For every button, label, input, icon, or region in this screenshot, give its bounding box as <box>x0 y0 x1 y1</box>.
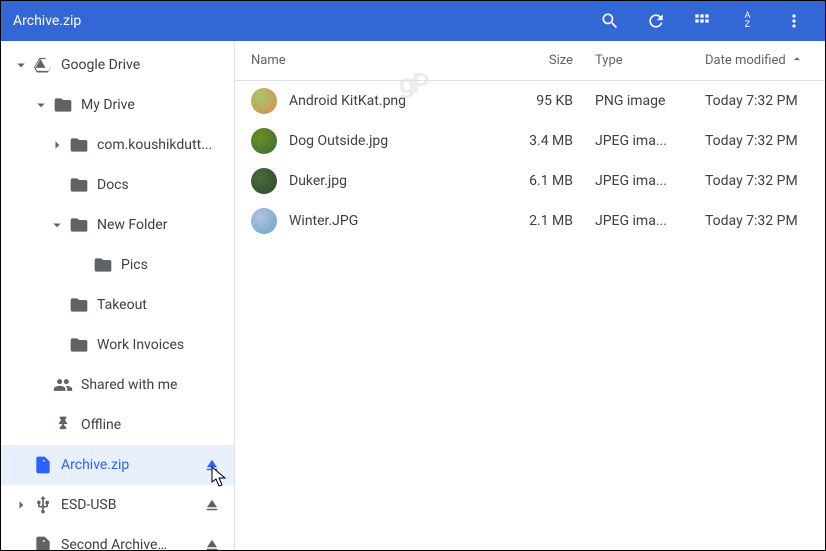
file-name: Winter.JPG <box>289 213 358 229</box>
column-header-date[interactable]: Date modified <box>699 52 825 70</box>
eject-button[interactable] <box>198 456 226 474</box>
sidebar: Google Drive My Drive com.koushikdutt...… <box>1 41 235 550</box>
more-vert-icon <box>784 11 804 31</box>
file-type: JPEG ima... <box>589 133 699 149</box>
sidebar-label: New Folder <box>97 217 226 233</box>
sidebar-label: Second Archive… <box>61 537 198 550</box>
app-header: Archive.zip AZ <box>1 1 825 41</box>
window-title: Archive.zip <box>9 13 81 29</box>
file-type: PNG image <box>589 93 699 109</box>
sidebar-label: Google Drive <box>61 57 226 73</box>
file-date: Today 7:32 PM <box>699 133 825 149</box>
file-date: Today 7:32 PM <box>699 173 825 189</box>
more-options-button[interactable] <box>771 1 817 41</box>
expand-down-icon <box>48 216 66 234</box>
column-header-type[interactable]: Type <box>589 53 699 68</box>
eject-icon <box>203 496 221 514</box>
eject-icon <box>203 456 221 474</box>
expand-right-icon <box>12 496 30 514</box>
column-header-size[interactable]: Size <box>501 53 589 68</box>
file-rows: Android KitKat.png95 KBPNG imageToday 7:… <box>235 81 825 550</box>
file-size: 6.1 MB <box>501 173 589 189</box>
file-size: 2.1 MB <box>501 213 589 229</box>
sidebar-item-esd-usb[interactable]: ESD-USB <box>1 485 234 525</box>
column-header-name[interactable]: Name <box>235 53 501 68</box>
file-name: Android KitKat.png <box>289 93 406 109</box>
sidebar-item-shared-with-me[interactable]: Shared with me <box>1 365 234 405</box>
sort-az-icon: AZ <box>745 12 752 30</box>
file-thumbnail <box>251 88 277 114</box>
sidebar-item-pics[interactable]: Pics <box>1 245 234 285</box>
refresh-button[interactable] <box>633 1 679 41</box>
sidebar-label: com.koushikdutt... <box>97 137 226 153</box>
sidebar-label: Takeout <box>97 297 226 313</box>
sidebar-label: Docs <box>97 177 226 193</box>
sidebar-item-takeout[interactable]: Takeout <box>1 285 234 325</box>
sidebar-item-work-invoices[interactable]: Work Invoices <box>1 325 234 365</box>
zip-icon <box>33 535 53 550</box>
folder-icon <box>69 175 89 195</box>
sidebar-label: Pics <box>121 257 226 273</box>
offline-pin-icon <box>53 415 73 435</box>
view-toggle-button[interactable] <box>679 1 725 41</box>
eject-icon <box>203 536 221 550</box>
file-row[interactable]: Duker.jpg 6.1 MBJPEG ima...Today 7:32 PM <box>235 161 825 201</box>
file-name: Dog Outside.jpg <box>289 133 388 149</box>
sidebar-item-second-archive[interactable]: Second Archive… <box>1 525 234 550</box>
drive-icon <box>33 55 53 75</box>
sort-asc-icon <box>790 52 804 66</box>
search-icon <box>600 11 620 31</box>
file-date: Today 7:32 PM <box>699 213 825 229</box>
file-thumbnail <box>251 168 277 194</box>
folder-icon <box>93 255 113 275</box>
eject-button[interactable] <box>198 536 226 550</box>
sort-button[interactable]: AZ <box>725 1 771 41</box>
list-header: Name Size Type Date modified <box>235 41 825 81</box>
file-list-pane: Name Size Type Date modified Android Kit… <box>235 41 825 550</box>
refresh-icon <box>646 11 666 31</box>
file-name: Duker.jpg <box>289 173 347 189</box>
sidebar-item-my-drive[interactable]: My Drive <box>1 85 234 125</box>
sidebar-item-google-drive[interactable]: Google Drive <box>1 45 234 85</box>
sidebar-label: Shared with me <box>81 377 226 393</box>
folder-icon <box>69 335 89 355</box>
folder-icon <box>53 95 73 115</box>
sidebar-label: Archive.zip <box>61 457 198 473</box>
sidebar-item-new-folder[interactable]: New Folder <box>1 205 234 245</box>
grid-view-icon <box>692 11 712 31</box>
file-thumbnail <box>251 208 277 234</box>
column-header-date-label: Date modified <box>705 53 786 68</box>
usb-icon <box>33 495 53 515</box>
folder-icon <box>69 295 89 315</box>
file-date: Today 7:32 PM <box>699 93 825 109</box>
sidebar-item-docs[interactable]: Docs <box>1 165 234 205</box>
search-button[interactable] <box>587 1 633 41</box>
sidebar-item-com-koushik[interactable]: com.koushikdutt... <box>1 125 234 165</box>
file-size: 3.4 MB <box>501 133 589 149</box>
sidebar-item-archive-zip[interactable]: Archive.zip <box>1 445 234 485</box>
shared-icon <box>53 375 73 395</box>
file-size: 95 KB <box>501 93 589 109</box>
file-row[interactable]: Winter.JPG 2.1 MBJPEG ima...Today 7:32 PM <box>235 201 825 241</box>
expand-down-icon <box>32 96 50 114</box>
file-type: JPEG ima... <box>589 173 699 189</box>
folder-icon <box>69 135 89 155</box>
sidebar-label: ESD-USB <box>61 497 198 513</box>
folder-icon <box>69 215 89 235</box>
expand-down-icon <box>12 56 30 74</box>
expand-right-icon <box>48 136 66 154</box>
sidebar-item-offline[interactable]: Offline <box>1 405 234 445</box>
file-thumbnail <box>251 128 277 154</box>
eject-button[interactable] <box>198 496 226 514</box>
file-type: JPEG ima... <box>589 213 699 229</box>
sidebar-label: My Drive <box>81 97 226 113</box>
sidebar-label: Work Invoices <box>97 337 226 353</box>
sidebar-label: Offline <box>81 417 226 433</box>
file-row[interactable]: Dog Outside.jpg 3.4 MBJPEG ima...Today 7:… <box>235 121 825 161</box>
zip-icon <box>33 455 53 475</box>
file-row[interactable]: Android KitKat.png 95 KBPNG imageToday 7:… <box>235 81 825 121</box>
